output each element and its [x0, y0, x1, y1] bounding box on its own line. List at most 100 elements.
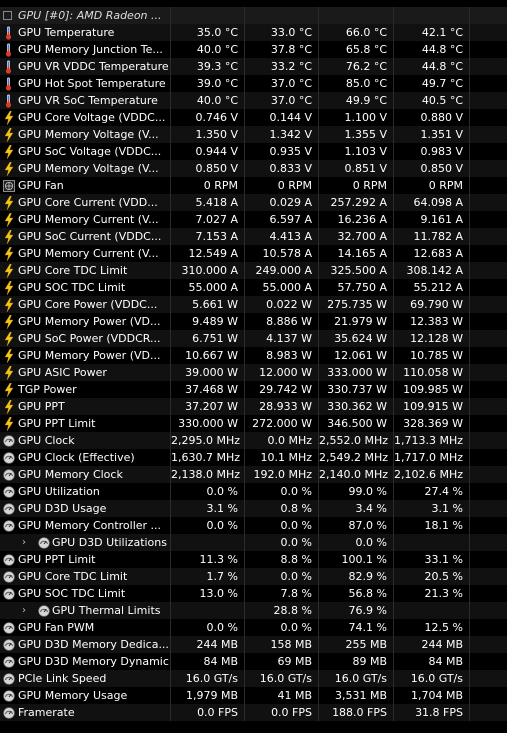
sensor-name-cell[interactable]: PCIe Link Speed	[0, 670, 171, 687]
chevron-right-icon[interactable]: ›	[22, 602, 32, 619]
sensor-name-cell[interactable]: GPU Fan PWM	[0, 619, 171, 636]
sensor-row[interactable]: GPU Memory Voltage (V... 0.850 V 0.833 V 0.…	[0, 160, 507, 177]
sensor-row[interactable]: GPU Clock (Effective) 1,630.7 MHz 10.1 MHz…	[0, 449, 507, 466]
sensor-group-row[interactable]: › GPU D3D Utilizations 0.0 % 0.0 %	[0, 534, 507, 551]
sensor-row[interactable]: GPU VR SoC Temperature 40.0 °C 37.0 °C 49.9…	[0, 92, 507, 109]
current-value: 40.0 °C	[171, 41, 245, 58]
sensor-name-cell[interactable]: GPU ASIC Power	[0, 364, 171, 381]
sensor-row[interactable]: GPU SoC Voltage (VDDC... 0.944 V 0.935 V 1.…	[0, 143, 507, 160]
sensor-name-cell[interactable]: GPU Memory Voltage (V...	[0, 126, 171, 143]
sensor-name-cell[interactable]: GPU PPT Limit	[0, 415, 171, 432]
lightning-icon	[2, 229, 15, 244]
sensor-row[interactable]: GPU PPT 37.207 W 28.933 W 330.362 W 109.915 …	[0, 398, 507, 415]
current-value: 13.0 %	[171, 585, 245, 602]
sensor-name-cell[interactable]: GPU PPT Limit	[0, 551, 171, 568]
sensor-name-cell[interactable]: GPU Fan	[0, 177, 171, 194]
sensor-name-cell[interactable]: GPU Memory Controller ...	[0, 517, 171, 534]
sensor-name-cell[interactable]: GPU Core Current (VDD...	[0, 194, 171, 211]
sensor-name-cell[interactable]: GPU D3D Memory Dynamic	[0, 653, 171, 670]
sensor-row[interactable]: GPU Hot Spot Temperature 39.0 °C 37.0 °C 85…	[0, 75, 507, 92]
sensor-name-cell[interactable]: GPU PPT	[0, 398, 171, 415]
sensor-row[interactable]: GPU Core TDC Limit 1.7 % 0.0 % 82.9 % 20.5 %	[0, 568, 507, 585]
sensor-name-cell[interactable]: GPU Memory Usage	[0, 687, 171, 704]
sensor-name-cell[interactable]: GPU Clock (Effective)	[0, 449, 171, 466]
sensor-row[interactable]: GPU VR VDDC Temperature 39.3 °C 33.2 °C 76.…	[0, 58, 507, 75]
max-value: 2,549.2 MHz	[319, 449, 394, 466]
sensor-name-cell[interactable]: GPU Core TDC Limit	[0, 568, 171, 585]
sensor-name-cell[interactable]: GPU D3D Usage	[0, 500, 171, 517]
sensor-group-row[interactable]: › GPU Thermal Limits 28.8 % 76.9 %	[0, 602, 507, 619]
sensor-row[interactable]: GPU SoC Power (VDDCR... 6.751 W 4.137 W 35.…	[0, 330, 507, 347]
sensor-row[interactable]: GPU PPT Limit 11.3 % 8.8 % 100.1 % 33.1 %	[0, 551, 507, 568]
sensor-row[interactable]: GPU Memory Junction Te... 40.0 °C 37.8 °C 6…	[0, 41, 507, 58]
sensor-row[interactable]: GPU Core Current (VDD... 5.418 A 0.029 A 25…	[0, 194, 507, 211]
sensor-row[interactable]: PCIe Link Speed 16.0 GT/s 16.0 GT/s 16.0 GT…	[0, 670, 507, 687]
sensor-name-cell[interactable]: GPU SoC Voltage (VDDC...	[0, 143, 171, 160]
sensor-name-cell[interactable]: GPU Core Power (VDDC...	[0, 296, 171, 313]
sensor-row[interactable]: Framerate 0.0 FPS 0.0 FPS 188.0 FPS 31.8 FPS	[0, 704, 507, 721]
sensor-name-cell[interactable]: GPU SOC TDC Limit	[0, 585, 171, 602]
sensor-name-cell[interactable]: GPU SoC Current (VDDC...	[0, 228, 171, 245]
sensor-name-cell[interactable]: GPU Memory Power (VD...	[0, 313, 171, 330]
sensor-row[interactable]: GPU Clock 2,295.0 MHz 0.0 MHz 2,552.0 MHz 1,…	[0, 432, 507, 449]
sensor-name-cell[interactable]: GPU SoC Power (VDDCR...	[0, 330, 171, 347]
sensor-row[interactable]: GPU SOC TDC Limit 55.000 A 55.000 A 57.750 …	[0, 279, 507, 296]
sensor-row[interactable]: GPU ASIC Power 39.000 W 12.000 W 333.000 W1…	[0, 364, 507, 381]
sensor-name-cell[interactable]: GPU Temperature	[0, 24, 171, 41]
group-header[interactable]: GPU [#0]: AMD Radeon ...	[0, 7, 171, 24]
sensor-name-cell[interactable]: GPU Hot Spot Temperature	[0, 75, 171, 92]
sensor-row[interactable]: GPU SOC TDC Limit 13.0 % 7.8 % 56.8 % 21.3 %	[0, 585, 507, 602]
sensor-name-cell[interactable]: GPU Memory Junction Te...	[0, 41, 171, 58]
sensor-name-cell[interactable]: GPU Utilization	[0, 483, 171, 500]
sensor-row[interactable]: GPU SoC Current (VDDC... 7.153 A 4.413 A 32…	[0, 228, 507, 245]
sensor-name-cell[interactable]: › GPU D3D Utilizations	[0, 534, 171, 551]
sensor-row[interactable]: GPU Memory Power (VD... 10.667 W 8.983 W 12…	[0, 347, 507, 364]
sensor-row[interactable]: GPU Memory Controller ... 0.0 % 0.0 % 87.0 …	[0, 517, 507, 534]
sensor-row[interactable]: GPU Memory Current (V... 12.549 A 10.578 A…	[0, 245, 507, 262]
sensor-row[interactable]: GPU D3D Memory Dynamic 84 MB 69 MB 89 MB 84 …	[0, 653, 507, 670]
sensor-row[interactable]: GPU D3D Usage 3.1 % 0.8 % 3.4 % 3.1 %	[0, 500, 507, 517]
sensor-name-cell[interactable]: TGP Power	[0, 381, 171, 398]
sensor-row[interactable]: GPU Fan PWM 0.0 % 0.0 % 74.1 % 12.5 %	[0, 619, 507, 636]
sensor-name-cell[interactable]: GPU Clock	[0, 432, 171, 449]
sensor-row[interactable]: GPU Core TDC Limit 310.000 A 249.000 A 325.…	[0, 262, 507, 279]
sensor-name-cell[interactable]: GPU Memory Power (VD...	[0, 347, 171, 364]
sensor-label: GPU PPT Limit	[18, 553, 96, 566]
sensor-name-cell[interactable]: GPU SOC TDC Limit	[0, 279, 171, 296]
sensor-name-cell[interactable]: GPU Core TDC Limit	[0, 262, 171, 279]
sensor-row[interactable]: GPU Core Voltage (VDDC... 0.746 V 0.144 V1…	[0, 109, 507, 126]
gauge-icon	[2, 689, 15, 702]
chevron-right-icon[interactable]: ›	[22, 534, 32, 551]
sensor-name-cell[interactable]: GPU Memory Current (V...	[0, 245, 171, 262]
sensor-row[interactable]: GPU Memory Power (VD... 9.489 W 8.886 W 21.…	[0, 313, 507, 330]
sensor-row[interactable]: GPU PPT Limit 330.000 W 272.000 W 346.500 W…	[0, 415, 507, 432]
sensor-row[interactable]: GPU Memory Voltage (V... 1.350 V 1.342 V 1.…	[0, 126, 507, 143]
sensor-name-cell[interactable]: GPU D3D Memory Dedica...	[0, 636, 171, 653]
sensor-row[interactable]: GPU Fan 0 RPM 0 RPM 0 RPM 0 RPM	[0, 177, 507, 194]
sensor-name-cell[interactable]: GPU Core Voltage (VDDC...	[0, 109, 171, 126]
lightning-icon	[2, 365, 15, 380]
sensor-name-cell[interactable]: Framerate	[0, 704, 171, 721]
sensor-row[interactable]: GPU Memory Clock 2,138.0 MHz 192.0 MHz 2,14…	[0, 466, 507, 483]
sensor-name-cell[interactable]: › GPU Thermal Limits	[0, 602, 171, 619]
min-value: 0.029 A	[245, 194, 319, 211]
sensor-name-cell[interactable]: GPU VR VDDC Temperature	[0, 58, 171, 75]
max-value: 3,531 MB	[319, 687, 394, 704]
sensor-name-cell[interactable]: GPU Memory Current (V...	[0, 211, 171, 228]
sensor-row[interactable]: GPU Memory Usage 1,979 MB 41 MB 3,531 MB 1,7…	[0, 687, 507, 704]
group-header-row[interactable]: GPU [#0]: AMD Radeon ...	[0, 7, 507, 24]
sensor-row[interactable]: GPU Core Power (VDDC... 5.661 W 0.022 W 275…	[0, 296, 507, 313]
sensor-name-cell[interactable]: GPU VR SoC Temperature	[0, 92, 171, 109]
sensor-row[interactable]: GPU Memory Current (V... 7.027 A 6.597 A 16…	[0, 211, 507, 228]
sensor-row[interactable]: GPU Utilization 0.0 % 0.0 % 99.0 % 27.4 %	[0, 483, 507, 500]
sensor-row[interactable]: GPU Temperature 35.0 °C 33.0 °C 66.0 °C 42.1…	[0, 24, 507, 41]
sensor-row[interactable]: TGP Power 37.468 W 29.742 W 330.737 W 109.98…	[0, 381, 507, 398]
min-value: 0.022 W	[245, 296, 319, 313]
sensor-row[interactable]: GPU D3D Memory Dedica... 244 MB 158 MB 255 …	[0, 636, 507, 653]
lightning-icon	[2, 399, 15, 414]
max-value: 82.9 %	[319, 568, 394, 585]
lightning-icon	[2, 144, 15, 159]
avg-value	[394, 602, 470, 619]
sensor-name-cell[interactable]: GPU Memory Voltage (V...	[0, 160, 171, 177]
sensor-name-cell[interactable]: GPU Memory Clock	[0, 466, 171, 483]
